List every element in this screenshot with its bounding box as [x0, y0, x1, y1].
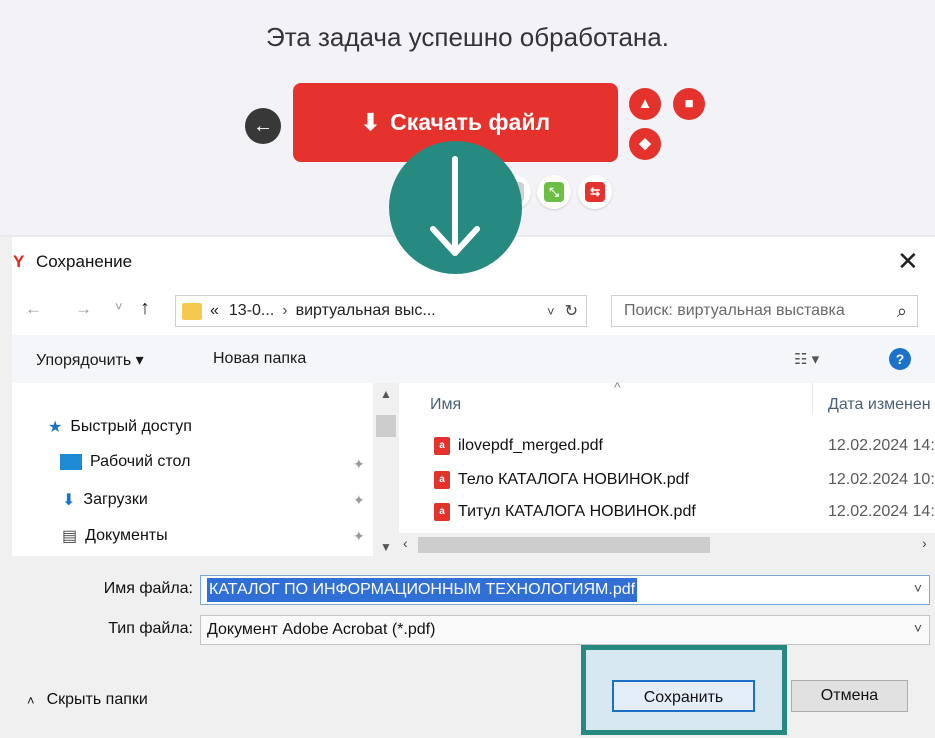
- scroll-down-icon[interactable]: ▼: [380, 540, 392, 554]
- file-date: 12.02.2024 14:: [828, 437, 935, 454]
- desktop-icon: [60, 454, 82, 470]
- documents-icon: ▤: [62, 528, 78, 545]
- back-icon[interactable]: ←: [25, 299, 42, 319]
- save-button[interactable]: Сохранить: [612, 680, 755, 712]
- file-name-label: Имя файла:: [103, 580, 193, 597]
- nav-downloads[interactable]: ⬇ Загрузки: [62, 490, 148, 510]
- pdf-file-icon: a: [434, 437, 450, 455]
- save-dialog: Y Сохранение ✕ ← → ˅ ↑ « 13-0... › вирту…: [0, 237, 935, 738]
- column-header-date[interactable]: Дата изменен: [828, 396, 931, 414]
- column-divider: [812, 383, 813, 413]
- forward-icon[interactable]: →: [75, 299, 92, 319]
- delete-trash-icon[interactable]: ■: [673, 88, 705, 120]
- scroll-thumb[interactable]: [376, 415, 396, 437]
- pdf-file-icon: a: [434, 503, 450, 521]
- hide-folders-toggle[interactable]: ˄ Скрыть папки: [27, 691, 148, 709]
- pin-icon: ✦: [353, 492, 365, 508]
- file-name-value: КАТАЛОГ ПО ИНФОРМАЦИОННЫМ ТЕХНОЛОГИЯМ.pd…: [207, 578, 638, 602]
- organize-menu[interactable]: Упорядочить ▾: [36, 350, 144, 370]
- cancel-button[interactable]: Отмена: [791, 680, 908, 712]
- file-name: ilovepdf_merged.pdf: [458, 437, 603, 454]
- file-type-select[interactable]: Документ Adobe Acrobat (*.pdf) ˅: [200, 615, 930, 645]
- scroll-up-icon[interactable]: ▲: [380, 387, 392, 401]
- file-date: 12.02.2024 14:: [828, 503, 935, 520]
- chevron-down-icon[interactable]: ˅: [914, 620, 922, 636]
- dropbox-icon[interactable]: ◆: [629, 128, 661, 160]
- scroll-right-icon[interactable]: ›: [922, 535, 927, 551]
- file-date: 12.02.2024 10:: [828, 471, 935, 488]
- file-name: Тело КАТАЛОГА НОВИНОК.pdf: [458, 471, 689, 488]
- pdf-file-icon: a: [434, 471, 450, 489]
- nav-label: Рабочий стол: [90, 453, 191, 470]
- file-row[interactable]: a ilovepdf_merged.pdf: [434, 437, 603, 455]
- help-icon[interactable]: ?: [889, 348, 911, 370]
- dialog-title: Сохранение: [36, 252, 133, 271]
- back-arrow-button[interactable]: ←: [245, 108, 281, 144]
- search-icon: ⌕: [896, 300, 907, 321]
- path-breadcrumb[interactable]: « 13-0... › виртуальная выс... ˅ ↻: [175, 295, 587, 327]
- folder-icon: [182, 302, 202, 320]
- path-separator: ›: [282, 302, 288, 319]
- download-icon: ⬇: [62, 492, 76, 509]
- up-folder-icon[interactable]: ↑: [140, 297, 150, 320]
- download-label: Скачать файл: [390, 109, 551, 135]
- search-input[interactable]: Поиск: виртуальная выставка ⌕: [611, 295, 918, 327]
- scroll-left-icon[interactable]: ‹: [403, 535, 408, 551]
- star-icon: ★: [48, 419, 63, 436]
- file-name: Титул КАТАЛОГА НОВИНОК.pdf: [458, 503, 696, 520]
- path-segment[interactable]: 13-0...: [229, 302, 274, 320]
- pin-icon: ✦: [353, 456, 365, 472]
- download-icon: ⬇: [360, 109, 381, 135]
- nav-label: Загрузки: [83, 491, 148, 508]
- file-name-input[interactable]: КАТАЛОГ ПО ИНФОРМАЦИОННЫМ ТЕХНОЛОГИЯМ.pd…: [200, 575, 930, 605]
- compress-pdf-icon[interactable]: ⤡: [537, 175, 571, 209]
- view-options-icon[interactable]: ☷ ▾: [794, 350, 819, 368]
- pin-icon: ✦: [353, 528, 365, 544]
- close-icon[interactable]: ✕: [897, 246, 919, 277]
- recent-locations-icon[interactable]: ˅: [115, 299, 123, 314]
- file-row[interactable]: a Титул КАТАЛОГА НОВИНОК.pdf: [434, 503, 696, 521]
- yandex-browser-icon: Y: [13, 252, 25, 271]
- refresh-icon[interactable]: ↻: [565, 301, 578, 321]
- google-drive-icon[interactable]: ▲: [629, 88, 661, 120]
- file-type-value: Документ Adobe Acrobat (*.pdf): [207, 621, 436, 638]
- new-folder-button[interactable]: Новая папка: [213, 350, 306, 368]
- split-pdf-icon[interactable]: ⇆: [578, 175, 612, 209]
- nav-desktop[interactable]: Рабочий стол: [60, 453, 190, 471]
- file-type-label: Тип файла:: [108, 620, 193, 637]
- path-segment[interactable]: виртуальная выс...: [296, 302, 436, 320]
- chevron-down-icon[interactable]: ˅: [547, 304, 555, 319]
- sort-arrow-icon: ^: [614, 379, 621, 395]
- search-placeholder: Поиск: виртуальная выставка: [624, 302, 845, 319]
- chevron-up-icon: ˄: [27, 692, 35, 708]
- nav-documents[interactable]: ▤ Документы: [62, 526, 168, 546]
- nav-scrollbar[interactable]: [373, 383, 399, 556]
- nav-quick-access[interactable]: ★ Быстрый доступ: [48, 417, 192, 437]
- hide-folders-label: Скрыть папки: [46, 691, 148, 708]
- file-row[interactable]: a Тело КАТАЛОГА НОВИНОК.pdf: [434, 471, 689, 489]
- path-overflow: «: [210, 302, 219, 319]
- nav-label: Быстрый доступ: [70, 418, 192, 435]
- chevron-down-icon[interactable]: ˅: [914, 580, 922, 596]
- column-header-name[interactable]: Имя: [430, 396, 461, 414]
- hscroll-thumb[interactable]: [418, 537, 710, 553]
- task-success-title: Эта задача успешно обработана.: [266, 22, 669, 52]
- down-arrow-icon: [389, 141, 522, 274]
- nav-label: Документы: [85, 527, 168, 544]
